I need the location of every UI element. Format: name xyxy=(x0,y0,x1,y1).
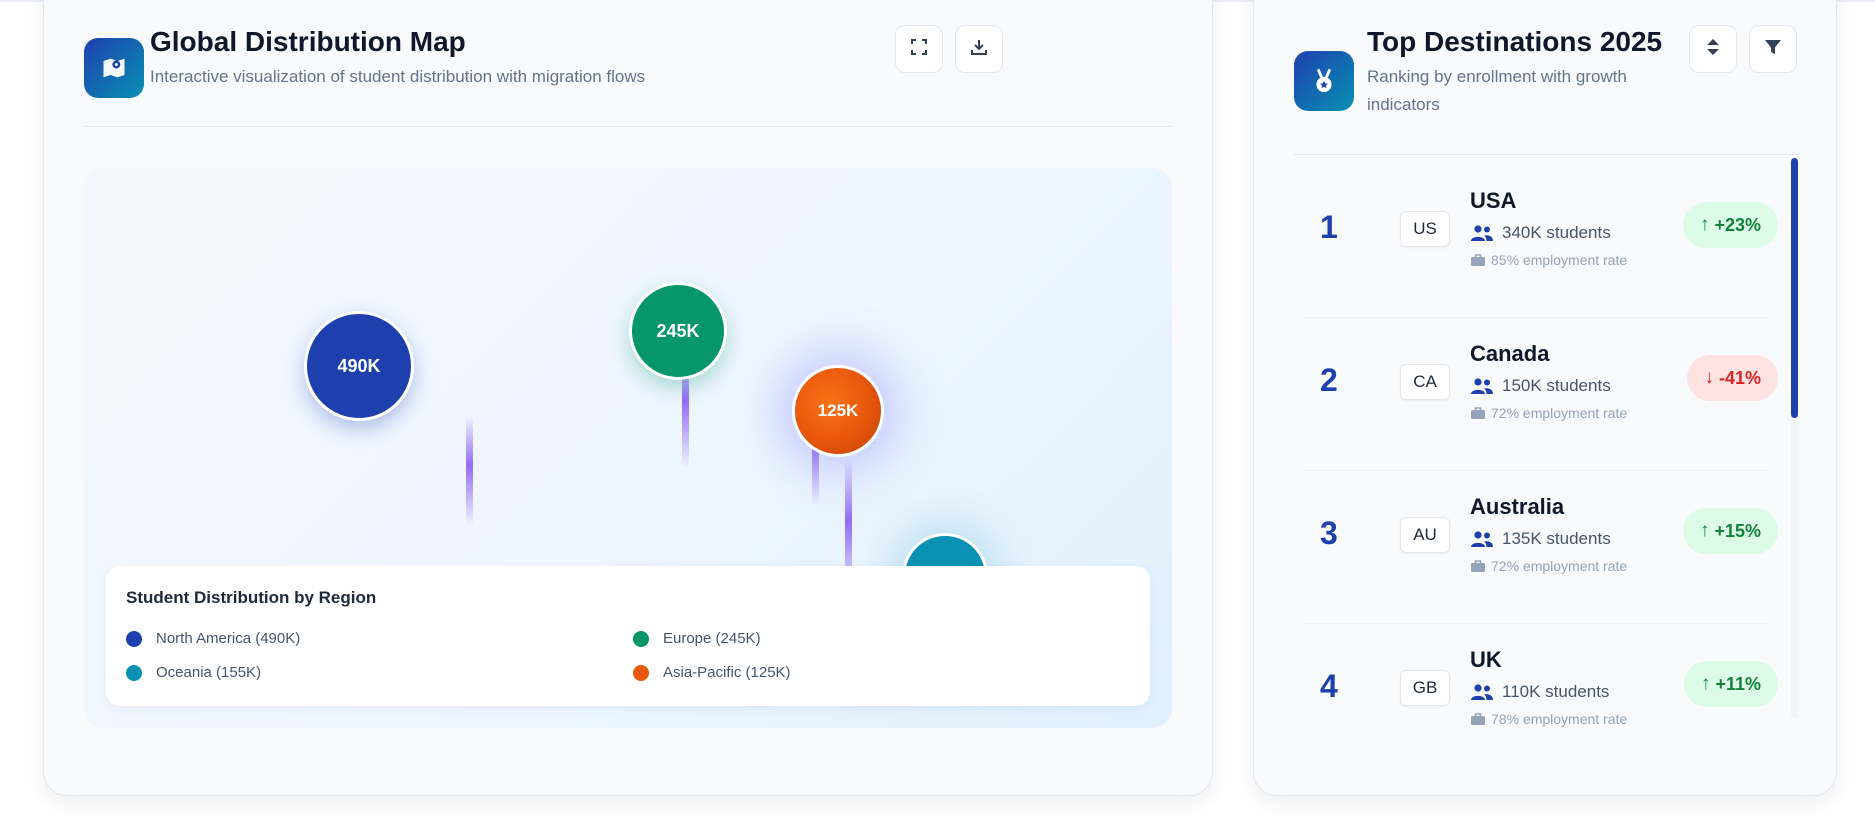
students-text: 110K students xyxy=(1502,682,1610,701)
bubble-label: 490K xyxy=(337,355,381,376)
briefcase-icon xyxy=(1471,713,1485,725)
legend-item-europe: Europe (245K) xyxy=(633,630,761,647)
bubble-north-america[interactable]: 490K xyxy=(304,311,414,421)
student-count: 135K students xyxy=(1470,529,1611,549)
bubble-label: 245K xyxy=(656,320,700,341)
sort-icon xyxy=(1706,38,1720,61)
legend-label: Europe (245K) xyxy=(663,630,761,647)
rank-number: 4 xyxy=(1320,668,1338,704)
destinations-header-divider xyxy=(1294,154,1798,155)
legend-label: North America (490K) xyxy=(156,630,301,647)
fullscreen-icon xyxy=(911,38,927,60)
arrow-up-icon: ↑ xyxy=(1699,520,1710,541)
map-subtitle: Interactive visualization of student dis… xyxy=(150,67,646,86)
bubble-label: 125K xyxy=(817,401,859,420)
growth-badge: ↑ +23% xyxy=(1682,202,1778,248)
filter-icon xyxy=(1764,38,1782,61)
country-name: Canada xyxy=(1470,341,1550,366)
students-text: 135K students xyxy=(1502,529,1611,548)
student-count: 150K students xyxy=(1470,376,1611,396)
filter-button[interactable] xyxy=(1749,25,1797,73)
employment-rate: 72% employment rate xyxy=(1470,558,1627,574)
student-count: 110K students xyxy=(1470,682,1609,702)
employment-rate: 85% employment rate xyxy=(1470,252,1627,268)
student-count: 340K students xyxy=(1470,223,1611,243)
country-code-badge: AU xyxy=(1400,517,1450,553)
users-icon xyxy=(1471,684,1493,700)
legend-item-asia-pacific: Asia-Pacific (125K) xyxy=(633,664,791,681)
destinations-list: 1 US USA 340K students 85% employment ra… xyxy=(1254,158,1814,738)
employment-text: 72% employment rate xyxy=(1491,558,1628,574)
map-marker-icon xyxy=(84,38,144,98)
bubble-asia-pacific[interactable]: 125K xyxy=(792,365,884,457)
growth-badge: ↓ -41% xyxy=(1687,355,1778,401)
employment-text: 85% employment rate xyxy=(1491,252,1628,268)
users-icon xyxy=(1471,225,1493,241)
distribution-map[interactable]: 490K 245K 125K Student Distribution by R… xyxy=(84,168,1172,728)
country-name: UK xyxy=(1470,647,1502,672)
legend-dot xyxy=(126,664,142,681)
sort-button[interactable] xyxy=(1689,25,1737,73)
rank-number: 3 xyxy=(1320,515,1338,551)
legend-item-north-america: North America (490K) xyxy=(126,630,300,647)
destinations-title: Top Destinations 2025 xyxy=(1367,26,1663,57)
legend-dot xyxy=(126,630,142,647)
growth-value: -41% xyxy=(1718,367,1761,388)
map-header-divider xyxy=(84,126,1172,127)
bubble-europe[interactable]: 245K xyxy=(629,282,727,380)
employment-rate: 78% employment rate xyxy=(1470,711,1627,727)
rank-number: 2 xyxy=(1320,362,1338,398)
destination-row-canada[interactable]: 2 CA Canada 150K students 72% employment… xyxy=(1304,311,1778,464)
medal-icon xyxy=(1294,51,1354,111)
legend-label: Asia-Pacific (125K) xyxy=(663,664,791,681)
country-code-badge: GB xyxy=(1400,670,1450,706)
destination-row-uk[interactable]: 4 GB UK 110K students 78% employment rat… xyxy=(1304,617,1778,738)
employment-text: 78% employment rate xyxy=(1491,711,1628,727)
students-text: 150K students xyxy=(1502,376,1611,395)
rank-number: 1 xyxy=(1320,209,1338,245)
students-text: 340K students xyxy=(1502,223,1611,242)
arrow-up-icon: ↑ xyxy=(1699,214,1710,235)
legend-title: Student Distribution by Region xyxy=(126,588,377,607)
global-distribution-card: Global Distribution Map Interactive visu… xyxy=(43,0,1213,796)
fullscreen-button[interactable] xyxy=(895,25,943,73)
legend-dot xyxy=(633,664,649,681)
migration-flow-line xyxy=(466,416,473,526)
legend-item-oceania: Oceania (155K) xyxy=(126,664,261,681)
users-icon xyxy=(1471,531,1493,547)
employment-rate: 72% employment rate xyxy=(1470,405,1627,421)
briefcase-icon xyxy=(1471,560,1485,572)
growth-value: +23% xyxy=(1714,214,1761,235)
country-code-badge: US xyxy=(1400,211,1450,247)
arrow-up-icon: ↑ xyxy=(1700,673,1711,694)
download-button[interactable] xyxy=(955,25,1003,73)
destination-row-usa[interactable]: 1 US USA 340K students 85% employment ra… xyxy=(1304,158,1778,311)
destination-row-australia[interactable]: 3 AU Australia 135K students 72% employm… xyxy=(1304,464,1778,617)
download-icon xyxy=(970,38,988,61)
users-icon xyxy=(1471,378,1493,394)
briefcase-icon xyxy=(1471,254,1485,266)
growth-value: +15% xyxy=(1714,520,1761,541)
growth-badge: ↑ +15% xyxy=(1682,508,1778,554)
destinations-subtitle: Ranking by enrollment with growth indica… xyxy=(1367,67,1627,114)
briefcase-icon xyxy=(1471,407,1485,419)
arrow-down-icon: ↓ xyxy=(1704,367,1714,388)
legend-label: Oceania (155K) xyxy=(156,664,262,681)
map-title: Global Distribution Map xyxy=(150,26,466,57)
country-name: Australia xyxy=(1470,494,1565,519)
legend-dot xyxy=(633,630,649,647)
country-code-badge: CA xyxy=(1400,364,1450,400)
employment-text: 72% employment rate xyxy=(1491,405,1628,421)
growth-value: +11% xyxy=(1715,673,1761,694)
map-legend: Student Distribution by Region North Ame… xyxy=(106,566,1150,706)
growth-badge: ↑ +11% xyxy=(1683,661,1778,707)
top-destinations-card: Top Destinations 2025 Ranking by enrollm… xyxy=(1253,0,1837,796)
country-name: USA xyxy=(1470,188,1517,213)
